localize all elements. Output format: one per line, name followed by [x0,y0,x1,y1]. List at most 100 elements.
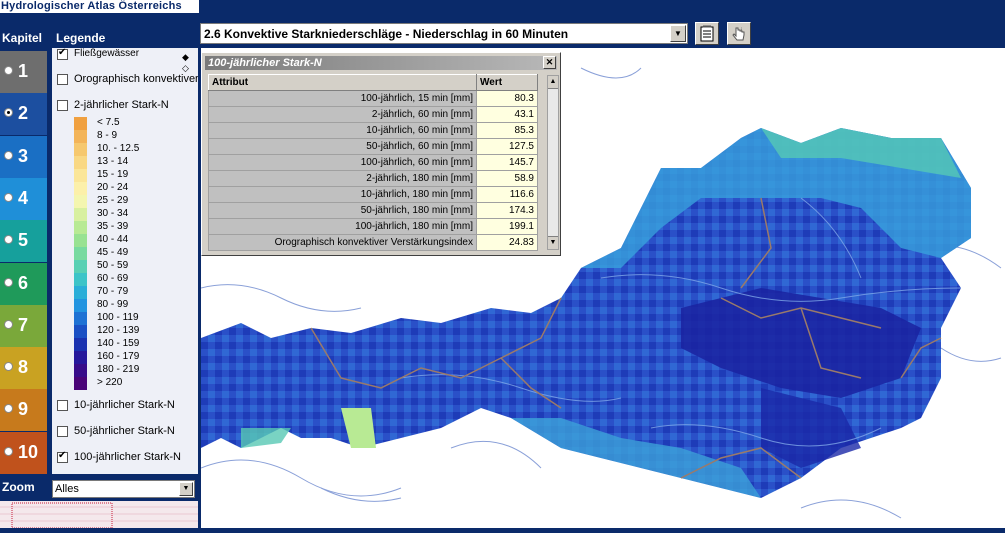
chapter-number: 7 [18,314,29,335]
overview-map[interactable] [0,501,198,529]
chapter-radio[interactable] [4,192,13,202]
table-row[interactable]: Orographisch konvektiver Verstärkungsind… [208,234,538,251]
value-cell: 43.1 [476,106,538,123]
chapter-radio[interactable] [4,108,13,118]
legend-swatch [74,169,87,182]
table-row[interactable]: 2-jährlich, 180 min [mm] 58.9 [208,170,538,187]
attribute-popup[interactable]: 100-jährlicher Stark-N ✕ Attribut Wert 1… [201,52,561,256]
value-cell: 145.7 [476,154,538,171]
legend-class-label: 35 - 39 [97,221,129,232]
table-row[interactable]: 100-jährlich, 180 min [mm] 199.1 [208,218,538,235]
legend-swatch [74,195,87,208]
layer-checkbox-2-jaehrlich[interactable] [57,100,68,111]
legend-class-label: 180 - 219 [97,364,140,375]
table-row[interactable]: 10-jährlich, 180 min [mm] 116.6 [208,186,538,203]
chapter-number: 9 [18,399,29,420]
chapter-number: 6 [18,272,29,293]
legend-class-label: 8 - 9 [97,130,118,141]
chapter-radio[interactable] [4,150,13,160]
popup-scrollbar[interactable]: ▲ ▼ [547,75,559,250]
layer-label: Fließgewässer [74,48,140,59]
chevron-down-icon[interactable]: ▼ [179,482,193,496]
chapter-button-6[interactable]: 6 [0,262,47,305]
scroll-down-icon[interactable]: ▼ [548,236,558,249]
value-cell: 24.83 [476,234,538,251]
legend-class-label: 100 - 119 [97,312,139,323]
attribute-table: Attribut Wert 100-jährlich, 15 min [mm] 8… [208,74,538,251]
legend-class-label: > 220 [97,377,123,388]
layer-label: 50-jährlicher Stark-N [74,425,175,437]
close-icon[interactable]: ✕ [543,56,556,69]
legend-swatch [74,377,87,390]
chapter-radio[interactable] [4,235,13,245]
layer-checkbox-fliessgewaesser[interactable] [57,48,68,60]
legend-class-label: 60 - 69 [97,273,129,284]
chapter-number: 4 [18,187,29,208]
table-row[interactable]: 100-jährlich, 60 min [mm] 145.7 [208,154,538,171]
value-cell: 116.6 [476,186,538,203]
info-tool-button[interactable]: i [727,22,751,45]
scroll-up-icon[interactable]: ▲ [548,76,558,89]
legend-class-label: 120 - 139 [97,325,140,336]
legend-class-label: 80 - 99 [97,299,129,310]
legend-swatch [74,299,87,312]
chapter-number: 1 [18,61,29,81]
layer-checkbox-10-jaehrlich[interactable] [57,400,68,411]
chapter-button-7[interactable]: 7 [0,304,47,347]
legend-swatch [74,208,87,221]
popup-title-bar[interactable]: 100-jährlicher Stark-N ✕ [205,56,557,70]
notepad-icon [700,25,714,42]
zoom-select-value: Alles [55,483,79,495]
attribute-cell: 2-jährlich, 180 min [mm] [208,170,477,187]
chapter-number: 5 [18,230,29,251]
layer-checkbox-100-jaehrlich[interactable] [57,450,68,463]
legend-swatch [74,325,87,338]
move-up-icon[interactable]: ◆ [182,52,189,63]
chapter-button-4[interactable]: 4 [0,177,47,220]
chapter-button-8[interactable]: 8 [0,347,47,390]
table-row[interactable]: 2-jährlich, 60 min [mm] 43.1 [208,106,538,123]
chapter-radio[interactable] [4,319,13,329]
overview-map-graphic [0,501,198,529]
column-header-attribut[interactable]: Attribut [208,74,477,91]
table-row[interactable]: 100-jährlich, 15 min [mm] 80.3 [208,90,538,107]
legend-swatch [74,338,87,351]
value-cell: 199.1 [476,218,538,235]
app-title: Hydrologischer Atlas Österreichs [0,0,199,13]
chapter-radio[interactable] [4,66,13,75]
table-row[interactable]: 50-jährlich, 60 min [mm] 127.5 [208,138,538,155]
chapter-number: 2 [18,103,29,124]
layer-label: 2-jährlicher Stark-N [74,99,169,111]
legend-class-label: < 7.5 [97,117,120,128]
layer-checkbox-orographisch[interactable] [57,74,68,85]
chapter-radio[interactable] [4,404,13,414]
chapter-button-1[interactable]: 1 [0,51,47,93]
column-header-wert[interactable]: Wert [476,74,538,91]
legend-class-label: 10. - 12.5 [97,143,140,154]
chapter-button-10[interactable]: 10 [0,431,47,474]
attribute-cell: 100-jährlich, 180 min [mm] [208,218,477,235]
svg-text:i: i [741,28,742,34]
legend-swatch [74,286,87,299]
legend-swatch [74,182,87,195]
chapter-number: 8 [18,357,29,378]
attribute-cell: 50-jährlich, 60 min [mm] [208,138,477,155]
notepad-button[interactable] [695,22,719,45]
chapter-button-2[interactable]: 2 [0,93,47,136]
chapter-radio[interactable] [4,362,13,372]
chapter-button-9[interactable]: 9 [0,389,47,432]
chapter-button-3[interactable]: 3 [0,135,47,178]
map-theme-select[interactable]: 2.6 Konvektive Starkniederschläge - Nied… [200,23,688,44]
chapter-radio[interactable] [4,277,13,287]
chevron-down-icon[interactable]: ▼ [670,25,686,42]
hand-pointer-icon: i [732,27,745,41]
legend-class-label: 50 - 59 [97,260,129,271]
zoom-select[interactable]: Alles ▼ [52,480,195,498]
chapter-button-5[interactable]: 5 [0,220,47,263]
table-row[interactable]: 50-jährlich, 180 min [mm] 174.3 [208,202,538,219]
legend-swatch [74,247,87,260]
table-row[interactable]: 10-jährlich, 60 min [mm] 85.3 [208,122,538,139]
value-cell: 85.3 [476,122,538,139]
chapter-radio[interactable] [4,446,13,456]
layer-checkbox-50-jaehrlich[interactable] [57,426,68,437]
